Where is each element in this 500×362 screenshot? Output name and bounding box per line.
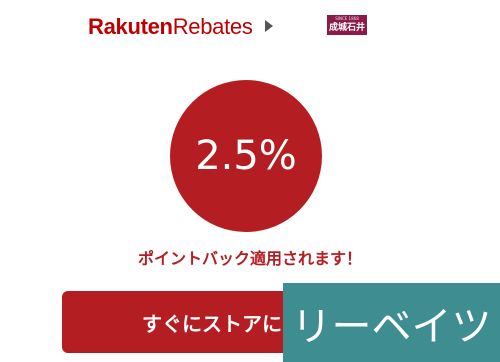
arrow-right-icon: [265, 20, 273, 32]
store-logo-sub: SINCE 1868: [335, 16, 359, 21]
cashback-rate-circle: 2.5%: [170, 80, 322, 232]
overlay-caption: リーベイツ: [283, 283, 500, 362]
rakuten-rebates-logo[interactable]: RakutenRebates: [88, 14, 253, 40]
store-logo[interactable]: SINCE 1868 成城石井: [327, 15, 367, 35]
logo-product: Rebates: [172, 14, 253, 39]
cashback-notice: ポイントバック適用されます！: [137, 249, 362, 268]
cashback-rate: 2.5%: [195, 133, 297, 179]
logo-brand: Rakuten: [88, 14, 173, 39]
overlay-caption-text: リーベイツ: [291, 303, 492, 350]
go-to-store-label: すぐにストアに: [142, 311, 282, 336]
store-logo-main: 成城石井: [328, 23, 365, 33]
header: RakutenRebates SINCE 1868 成城石井: [0, 0, 500, 60]
